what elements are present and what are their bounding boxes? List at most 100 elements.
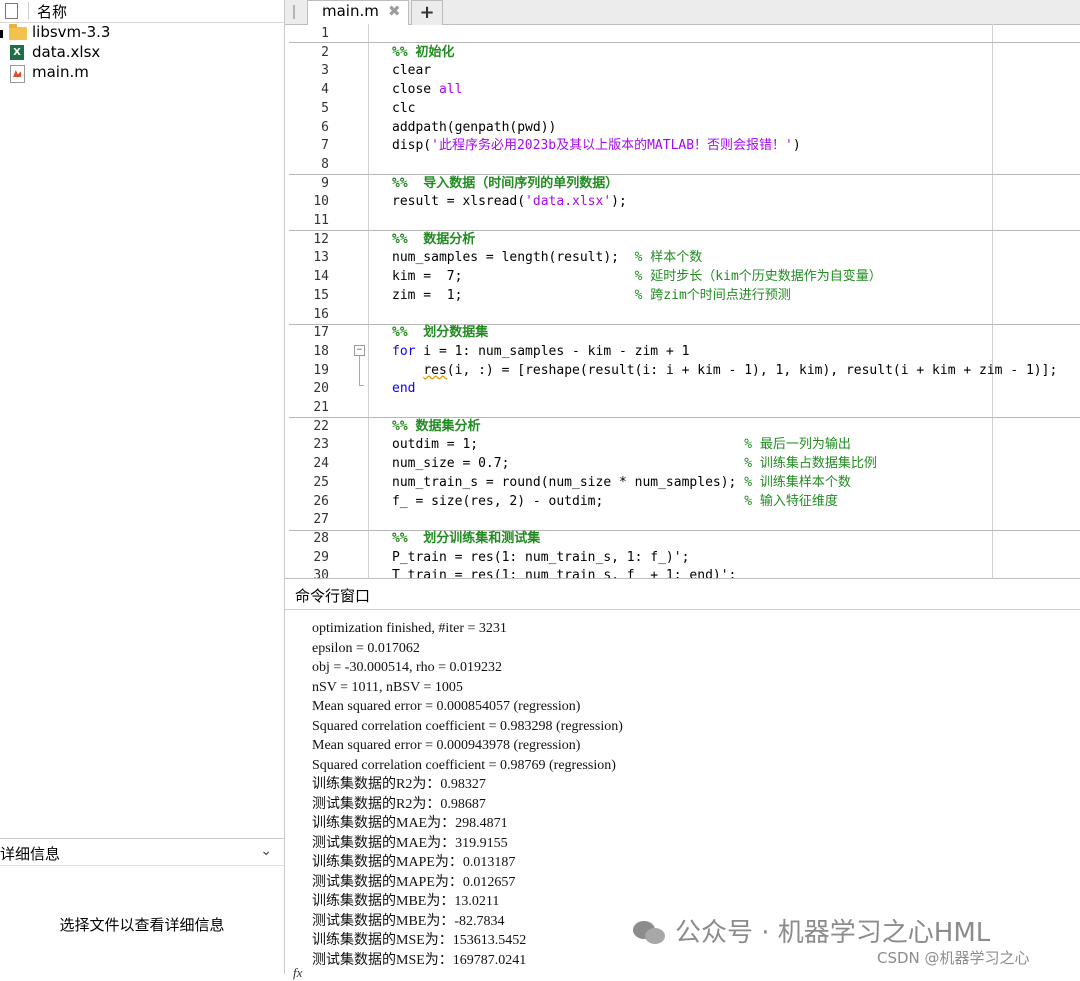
file-type-column-icon: [5, 3, 18, 19]
code-text: clc: [392, 100, 416, 116]
details-panel-header[interactable]: 详细信息 ⌄: [0, 838, 284, 866]
code-text: num_samples = length(result); % 样本个数: [392, 248, 702, 267]
code-line: 13 num_samples = length(result); % 样本个数: [285, 248, 1080, 267]
code-token: kim = 7;: [392, 269, 635, 285]
output-line: 训练集数据的MBE为：13.0211: [312, 894, 500, 909]
tab-label: main.m: [322, 2, 379, 20]
section-header: %% 划分训练集和测试集: [392, 530, 541, 546]
file-item-libsvm[interactable]: libsvm-3.3: [0, 23, 284, 43]
code-line: 10 result = xlsread('data.xlsx');: [285, 192, 1080, 211]
line-number: 18: [313, 343, 329, 359]
string-literal: all: [438, 82, 463, 98]
line-number: 14: [313, 269, 329, 285]
add-tab-button[interactable]: +: [411, 0, 443, 25]
file-item-data-xlsx[interactable]: X data.xlsx: [0, 43, 284, 63]
command-output: optimization finished, #iter = 3231 epsi…: [312, 619, 623, 970]
comment: % 最后一列为输出: [744, 437, 851, 453]
line-number: 4: [321, 82, 329, 98]
tab-main-m[interactable]: main.m ✖: [307, 0, 409, 25]
code-text: res(i, :) = [reshape(result(i: i + kim -…: [392, 361, 1057, 380]
file-item-label: main.m: [32, 63, 89, 81]
keyword: end: [392, 381, 416, 397]
command-window-title: 命令行窗口: [295, 587, 371, 605]
file-item-main-m[interactable]: main.m: [0, 63, 284, 83]
code-line: 12 %% 数据分析: [285, 230, 1080, 249]
section-header: %% 导入数据（时间序列的单列数据）: [392, 175, 619, 191]
output-line: 测试集数据的MAE为：319.9155: [312, 835, 508, 851]
code-line: 8: [285, 155, 1080, 174]
tab-bar-grip[interactable]: [293, 5, 295, 19]
output-line: 测试集数据的R2为：0.98687: [312, 796, 486, 812]
code-line: 5 clc: [285, 99, 1080, 118]
code-line: 6 addpath(genpath(pwd)): [285, 118, 1080, 137]
folder-icon: [9, 24, 27, 40]
comment: % 输入特征维度: [744, 493, 838, 509]
code-text-area[interactable]: − 1 2%% 初始化 3 clear 4 close all 5 clc 6 addp…: [285, 24, 1080, 578]
matlab-file-icon: [10, 65, 25, 83]
file-item-label: libsvm-3.3: [32, 23, 111, 41]
line-number: 16: [313, 306, 329, 322]
line-number: 19: [313, 362, 329, 378]
code-line: 21: [285, 398, 1080, 417]
code-text: close all: [392, 80, 462, 99]
line-number: 5: [321, 100, 329, 116]
csdn-watermark: CSDN @机器学习之心: [877, 949, 1030, 967]
line-number: 7: [321, 138, 329, 154]
code-text: outdim = 1; % 最后一列为输出: [392, 435, 851, 454]
comment: % 训练集占数据集比例: [744, 456, 877, 472]
warning-underline-token[interactable]: res: [423, 363, 446, 378]
details-title: 详细信息: [0, 845, 61, 863]
code-line: 9 %% 导入数据（时间序列的单列数据）: [285, 174, 1080, 193]
fx-prompt-icon[interactable]: fx: [293, 965, 302, 981]
line-number: 27: [313, 512, 329, 528]
wechat-watermark: 公众号 · 机器学习之心HML: [633, 912, 990, 949]
code-line: 24 num_size = 0.7; % 训练集占数据集比例: [285, 454, 1080, 473]
wechat-icon: [633, 919, 667, 945]
output-line: optimization finished, #iter = 3231: [312, 621, 507, 636]
line-number: 9: [321, 175, 329, 191]
code-line: 28 %% 划分训练集和测试集: [285, 529, 1080, 548]
excel-file-icon: X: [10, 45, 24, 60]
output-line: 训练集数据的R2为：0.98327: [312, 777, 486, 792]
code-line: 3 clear: [285, 61, 1080, 80]
code-token: zim = 1;: [392, 287, 635, 303]
output-line: epsilon = 0.017062: [312, 640, 420, 656]
line-number: 3: [321, 63, 329, 79]
name-column-header[interactable]: 名称: [37, 1, 67, 22]
line-number: 8: [321, 156, 329, 172]
line-number: 2: [321, 44, 329, 60]
output-line: 测试集数据的MSE为：169787.0241: [312, 952, 527, 968]
code-text: disp('此程序务必用2023b及其以上版本的MATLAB！否则会报错！'): [392, 136, 801, 155]
code-line: 11: [285, 211, 1080, 230]
output-line: Mean squared error = 0.000854057 (regres…: [312, 699, 581, 714]
code-line: 26 f_ = size(res, 2) - outdim; % 输入特征维度: [285, 492, 1080, 511]
section-header: %% 数据集分析: [392, 418, 481, 434]
code-token: num_size = 0.7;: [392, 456, 745, 472]
close-icon[interactable]: ✖: [388, 2, 401, 20]
chevron-down-icon[interactable]: ⌄: [260, 843, 272, 859]
section-header: %% 划分数据集: [392, 325, 489, 341]
code-token: i = 1: num_samples - kim - zim + 1: [415, 343, 690, 359]
code-text: num_size = 0.7; % 训练集占数据集比例: [392, 454, 877, 473]
code-text: num_train_s = round(num_size * num_sampl…: [392, 473, 851, 492]
line-number: 29: [313, 549, 329, 565]
details-empty-message: 选择文件以查看详细信息: [59, 916, 225, 934]
code-line: 7 disp('此程序务必用2023b及其以上版本的MATLAB！否则会报错！'): [285, 136, 1080, 155]
section-header: %% 初始化: [392, 44, 455, 60]
line-number: 24: [313, 456, 329, 472]
code-token: );: [611, 194, 627, 210]
code-text: f_ = size(res, 2) - outdim; % 输入特征维度: [392, 492, 838, 511]
output-line: 训练集数据的MAE为：298.4871: [312, 816, 508, 831]
output-line: obj = -30.000514, rho = 0.019232: [312, 660, 503, 675]
code-text: T_train = res(1: num_train_s, f_ + 1: en…: [392, 568, 737, 578]
code-text: zim = 1; % 跨zim个时间点进行预测: [392, 286, 791, 305]
output-line: Squared correlation coefficient = 0.9832…: [312, 718, 623, 734]
comment: % 跨zim个时间点进行预测: [634, 287, 791, 303]
code-line: 29 P_train = res(1: num_train_s, 1: f_)';: [285, 548, 1080, 567]
editor-tab-bar: main.m ✖ +: [285, 0, 1080, 25]
comment: % 样本个数: [634, 250, 703, 266]
line-number: 11: [313, 213, 329, 228]
line-number: 10: [313, 194, 329, 210]
line-number: 15: [313, 287, 329, 303]
code-text: result = xlsread('data.xlsx');: [392, 192, 627, 211]
